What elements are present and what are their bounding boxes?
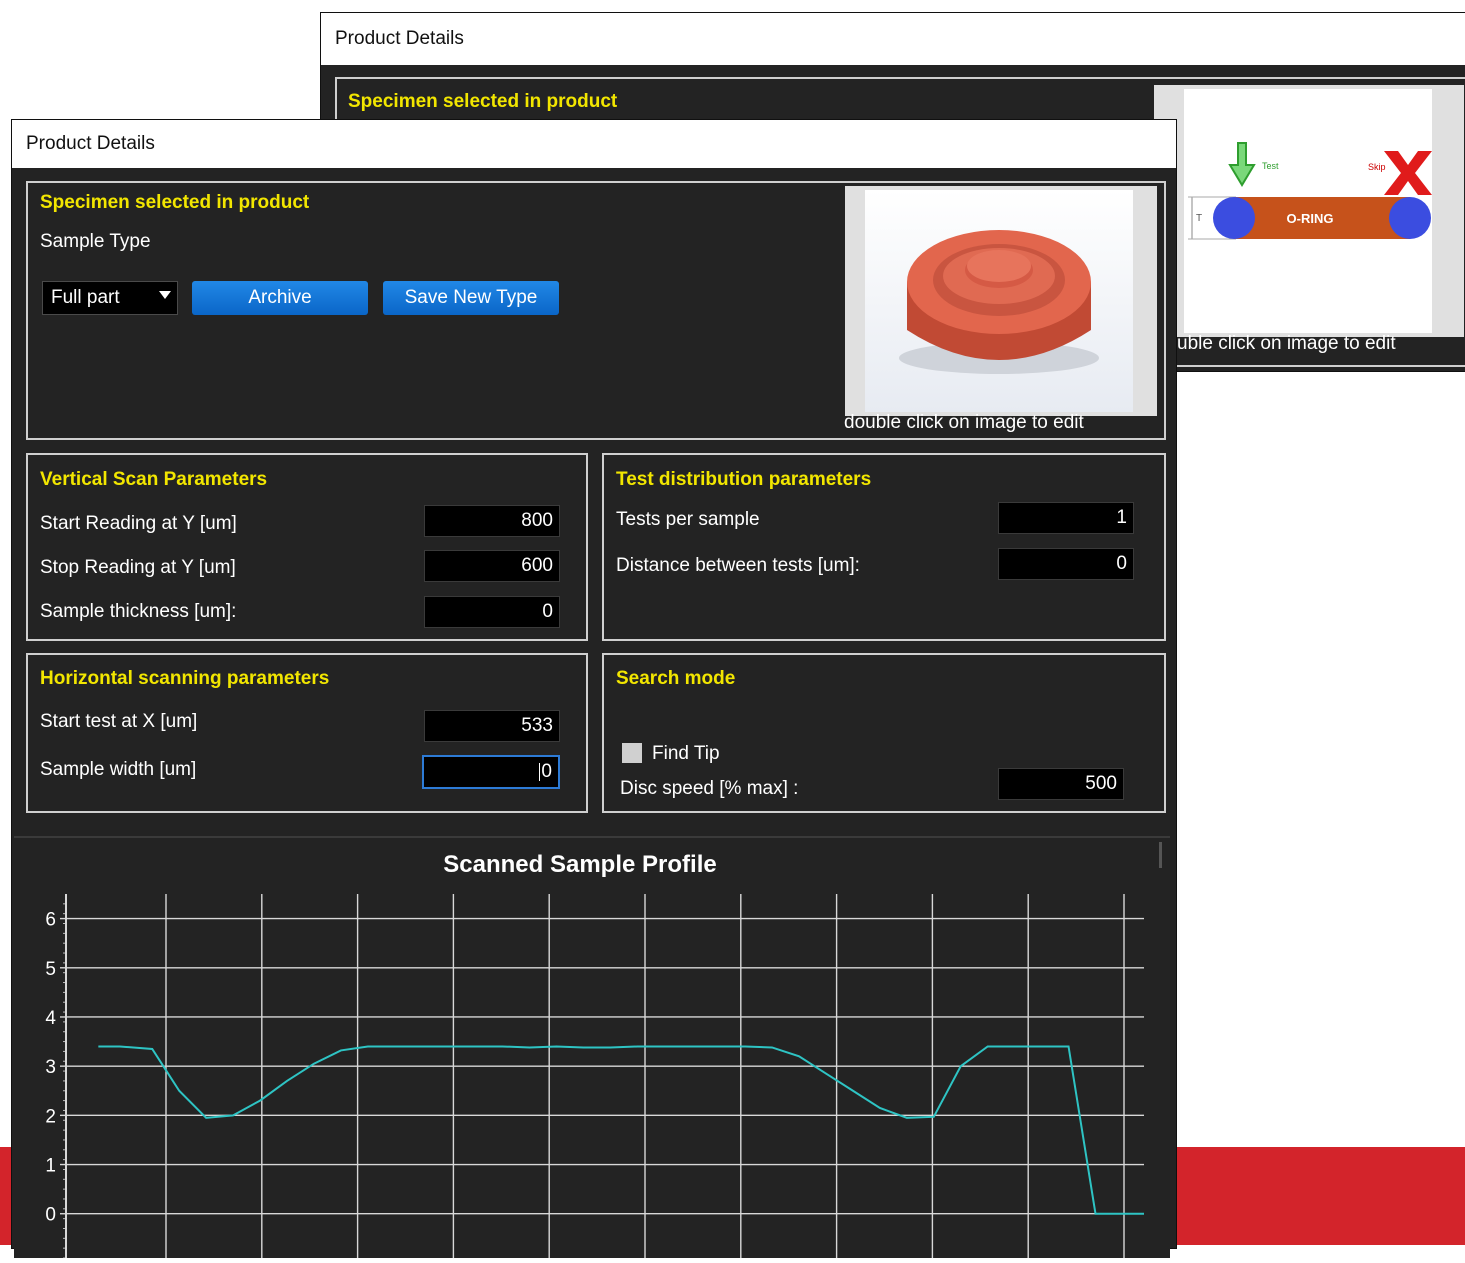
front-window-title: Product Details: [26, 133, 155, 154]
find-tip-label: Find Tip: [652, 743, 720, 764]
y-tick-label: 6: [45, 910, 56, 931]
sample-width-value: 0: [541, 761, 552, 782]
text-caret: [539, 763, 541, 781]
stop-reading-y-input[interactable]: 600: [424, 550, 560, 582]
tests-per-sample-label: Tests per sample: [616, 509, 760, 530]
y-tick-label: 3: [45, 1057, 56, 1078]
specimen-photo: [865, 190, 1133, 412]
start-test-x-input[interactable]: 533: [424, 710, 560, 742]
test-distribution-title: Test distribution parameters: [616, 469, 872, 490]
y-tick-label: 0: [45, 1205, 56, 1226]
sample-width-input[interactable]: 0: [422, 755, 560, 789]
skip-label: Skip: [1368, 162, 1386, 172]
sample-thickness-input[interactable]: 0: [424, 596, 560, 628]
back-image-hint: uble click on image to edit: [1177, 333, 1396, 354]
vertical-scan-group: Vertical Scan Parameters Start Reading a…: [26, 453, 588, 641]
back-specimen-title: Specimen selected in product: [348, 91, 618, 112]
back-window-titlebar[interactable]: Product Details: [321, 13, 1465, 65]
archive-button[interactable]: Archive: [192, 281, 368, 315]
chevron-down-icon: [159, 291, 171, 299]
sample-type-value: Full part: [51, 287, 120, 308]
back-window-title: Product Details: [335, 28, 464, 49]
sample-thickness-label: Sample thickness [um]:: [40, 601, 237, 622]
stop-reading-y-label: Stop Reading at Y [um]: [40, 557, 236, 578]
distance-between-tests-label: Distance between tests [um]:: [616, 555, 860, 576]
sample-width-label: Sample width [um]: [40, 759, 197, 780]
oring-diagram-svg: Test Skip T O-RING: [1188, 142, 1432, 240]
front-window-titlebar[interactable]: Product Details: [12, 120, 1176, 168]
start-reading-y-label: Start Reading at Y [um]: [40, 513, 237, 534]
chart-y-axis: 0 1 2 3 4 5 6: [45, 894, 67, 1259]
chart-grid: [66, 894, 1144, 1258]
chart-series: [98, 1045, 1144, 1215]
search-mode-group: Search mode Find Tip Disc speed [% max] …: [602, 653, 1166, 813]
test-arrow-icon: [1228, 142, 1256, 187]
chart-panel: Scanned Sample Profile 0 1 2 3 4 5 6: [14, 836, 1170, 1259]
chart-scrollbar[interactable]: [1159, 842, 1162, 868]
specimen-image[interactable]: [845, 186, 1157, 416]
specimen-title: Specimen selected in product: [40, 192, 310, 213]
disc-speed-input[interactable]: 500: [998, 768, 1124, 800]
y-tick-label: 5: [45, 959, 56, 980]
horizontal-scan-title: Horizontal scanning parameters: [40, 668, 330, 689]
skip-x-icon: [1384, 151, 1432, 195]
distance-between-tests-input[interactable]: 0: [998, 548, 1134, 580]
save-new-type-button[interactable]: Save New Type: [383, 281, 559, 315]
disc-speed-label: Disc speed [% max] :: [620, 778, 799, 799]
y-tick-label: 1: [45, 1156, 56, 1177]
search-mode-title: Search mode: [616, 668, 736, 689]
back-specimen-image[interactable]: Test Skip T O-RING: [1154, 85, 1464, 337]
tests-per-sample-input[interactable]: 1: [998, 502, 1134, 534]
front-product-details-window: Product Details Specimen selected in pro…: [11, 119, 1177, 1259]
find-tip-checkbox[interactable]: [622, 743, 642, 763]
oring-diagram: Test Skip T O-RING: [1184, 89, 1432, 333]
y-tick-label: 4: [45, 1008, 56, 1029]
sample-type-label: Sample Type: [40, 231, 151, 252]
oring-label: O-RING: [1287, 211, 1334, 226]
y-tick-label: 2: [45, 1106, 56, 1127]
sample-type-select[interactable]: Full part: [42, 281, 178, 315]
chart-title: Scanned Sample Profile: [443, 851, 716, 878]
start-test-x-label: Start test at X [um]: [40, 711, 198, 732]
t-label: T: [1196, 213, 1202, 224]
image-hint: double click on image to edit: [844, 412, 1084, 433]
profile-series-line: [98, 1045, 1144, 1215]
horizontal-scan-group: Horizontal scanning parameters Start tes…: [26, 653, 588, 813]
test-distribution-group: Test distribution parameters Tests per s…: [602, 453, 1166, 641]
test-label: Test: [1262, 161, 1279, 171]
specimen-group: Specimen selected in product Sample Type…: [26, 181, 1166, 440]
specimen-photo-svg: [899, 230, 1099, 374]
scanned-profile-chart: Scanned Sample Profile 0 1 2 3 4 5 6: [45, 851, 1144, 1259]
vertical-scan-title: Vertical Scan Parameters: [40, 469, 268, 490]
start-reading-y-input[interactable]: 800: [424, 505, 560, 537]
